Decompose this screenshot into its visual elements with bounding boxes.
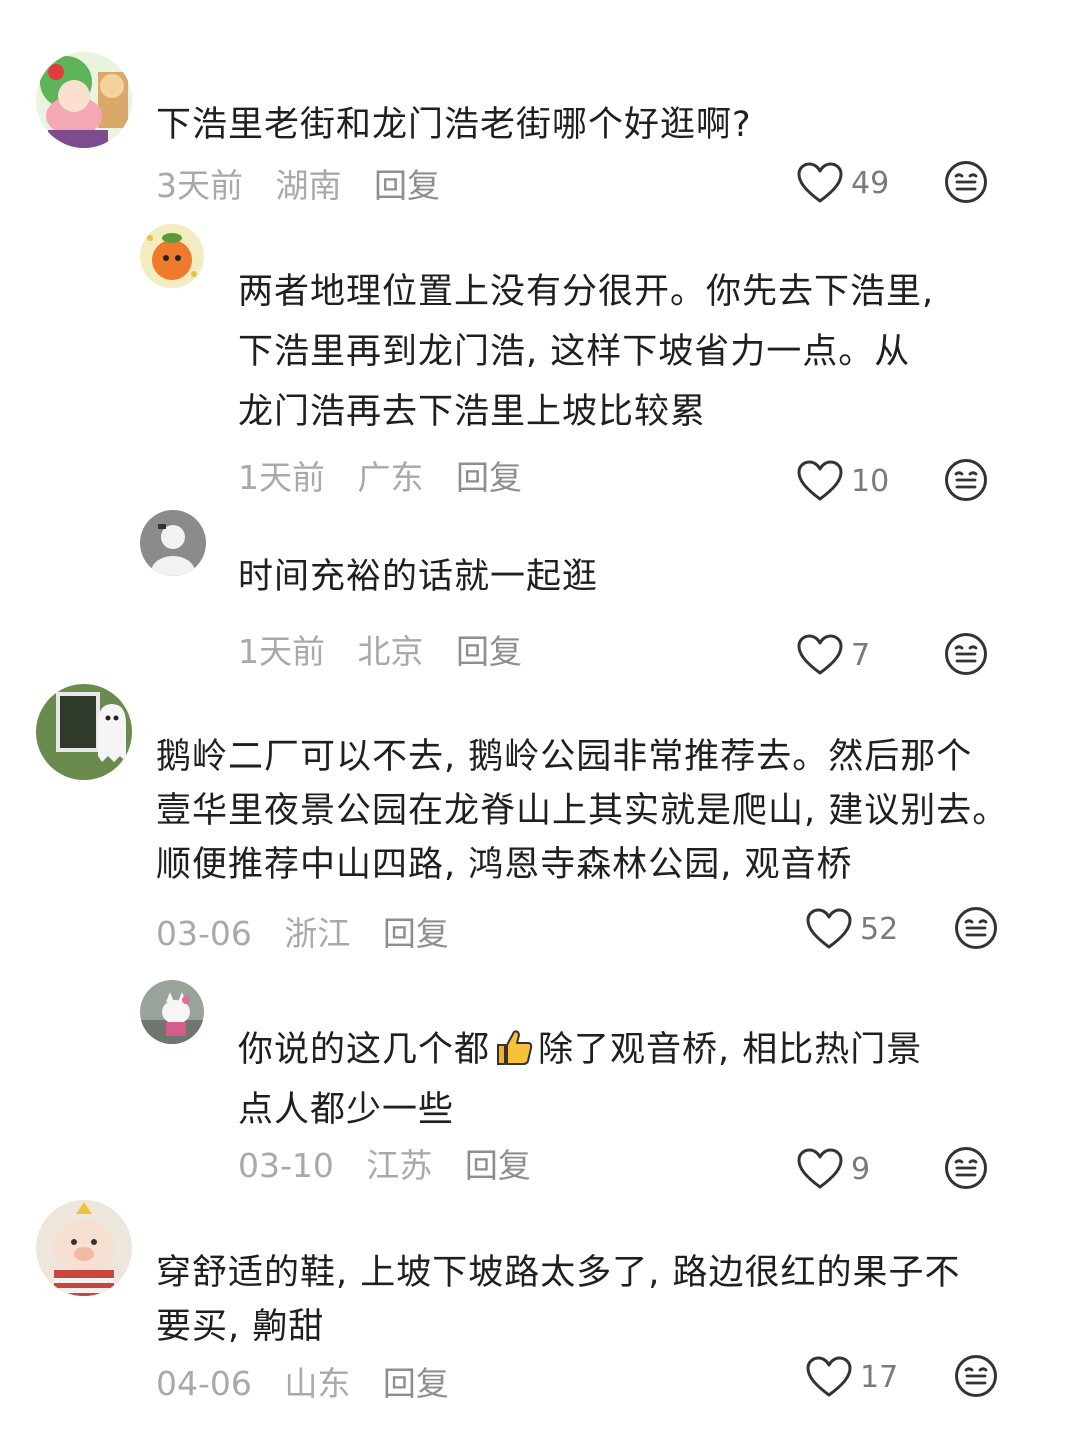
comment-text-line: 穿舒适的鞋, 上坡下坡路太多了, 路边很红的果子不: [156, 1253, 961, 1293]
comment-text: 时间充裕的话就一起逛: [238, 557, 599, 597]
dislike-button[interactable]: [944, 160, 988, 204]
meh-face-icon: [944, 160, 988, 204]
comment-text-line: 要买, 齁甜: [156, 1307, 325, 1347]
cartoon-character-avatar[interactable]: [36, 52, 132, 148]
comment-text: 穿舒适的鞋, 上坡下坡路太多了, 路边很红的果子不 要买, 齁甜: [156, 1246, 961, 1354]
like-count: 52: [860, 911, 899, 947]
kitty-figure-avatar[interactable]: [140, 980, 204, 1044]
comment-meta: 1天前 北京 回复: [238, 632, 522, 672]
dislike-button[interactable]: [944, 458, 988, 502]
meh-face-icon: [944, 632, 988, 676]
heart-icon: [806, 908, 852, 950]
reply-button[interactable]: 回复: [456, 632, 522, 671]
comment-location: 北京: [357, 632, 424, 671]
like-count: 9: [851, 1151, 871, 1187]
like-button[interactable]: 7: [797, 632, 870, 678]
comment-time: 03-06: [156, 914, 252, 953]
comment-text: 鹅岭二厂可以不去, 鹅岭公园非常推荐去。然后那个 壹华里夜景公园在龙脊山上其实就…: [156, 730, 1008, 892]
comment-text-line: 你说的这几个都 除了观音桥, 相比热门景: [238, 1020, 922, 1080]
like-button[interactable]: 49: [797, 160, 889, 206]
dislike-button[interactable]: [954, 906, 998, 950]
comment-location: 江苏: [366, 1146, 433, 1185]
reply-button[interactable]: 回复: [374, 166, 440, 205]
comment-meta: 04-06 山东 回复: [156, 1364, 449, 1404]
comment-text-line: 点人都少一些: [238, 1090, 455, 1130]
comment-meta: 03-10 江苏 回复: [238, 1146, 531, 1186]
heart-icon: [797, 1148, 843, 1190]
like-count: 49: [851, 165, 890, 201]
dislike-button[interactable]: [944, 632, 988, 676]
like-button[interactable]: 17: [806, 1354, 898, 1400]
comment-text-segment: 除了观音桥, 相比热门景: [538, 1030, 923, 1070]
comment-text-line: 龙门浩再去下浩里上坡比较累: [238, 392, 707, 432]
comment-text-line: 壹华里夜景公园在龙脊山上其实就是爬山, 建议别去。: [156, 791, 1009, 831]
like-button[interactable]: 9: [797, 1146, 870, 1192]
heart-icon: [797, 162, 843, 204]
heart-icon: [806, 1356, 852, 1398]
meh-face-icon: [954, 906, 998, 950]
comment-time: 1天前: [238, 632, 325, 671]
reply-button[interactable]: 回复: [456, 458, 522, 497]
comment-text-line: 两者地理位置上没有分很开。你先去下浩里,: [238, 272, 935, 312]
comment-location: 山东: [284, 1364, 351, 1403]
reply-button[interactable]: 回复: [465, 1146, 531, 1185]
comment-meta: 1天前 广东 回复: [238, 458, 522, 498]
plush-pig-avatar[interactable]: [36, 1200, 132, 1296]
reply-button[interactable]: 回复: [383, 1364, 449, 1403]
comment-text: 两者地理位置上没有分很开。你先去下浩里, 下浩里再到龙门浩, 这样下坡省力一点。…: [238, 262, 934, 442]
comment-location: 广东: [357, 458, 424, 497]
comment-text-segment: 你说的这几个都: [238, 1030, 491, 1070]
like-count: 17: [860, 1359, 899, 1395]
meh-face-icon: [944, 1146, 988, 1190]
dislike-button[interactable]: [944, 1146, 988, 1190]
reply-button[interactable]: 回复: [383, 914, 449, 953]
comment-text-line: 下浩里再到龙门浩, 这样下坡省力一点。从: [238, 332, 911, 372]
dislike-button[interactable]: [954, 1354, 998, 1398]
heart-icon: [797, 634, 843, 676]
orange-fruit-avatar[interactable]: [140, 224, 204, 288]
meh-face-icon: [944, 458, 988, 502]
comment-time: 03-10: [238, 1146, 334, 1185]
comment-location: 浙江: [284, 914, 351, 953]
like-count: 10: [851, 463, 890, 499]
like-count: 7: [851, 637, 871, 673]
comment-location: 湖南: [275, 166, 342, 205]
like-button[interactable]: 52: [806, 906, 898, 952]
meh-face-icon: [954, 1354, 998, 1398]
comment-text-line: 顺便推荐中山四路, 鸿恩寺森林公园, 观音桥: [156, 845, 853, 885]
comment-text: 你说的这几个都 除了观音桥, 相比热门景 点人都少一些: [238, 1020, 922, 1140]
like-button[interactable]: 10: [797, 458, 889, 504]
comment-meta: 3天前 湖南 回复: [156, 166, 440, 206]
comment-time: 3天前: [156, 166, 243, 205]
heart-icon: [797, 460, 843, 502]
ghost-window-avatar[interactable]: [36, 684, 132, 780]
comment-text-line: 鹅岭二厂可以不去, 鹅岭公园非常推荐去。然后那个: [156, 737, 973, 777]
comment-time: 04-06: [156, 1364, 252, 1403]
thumbs-up-icon: [497, 1030, 533, 1065]
comment-meta: 03-06 浙江 回复: [156, 914, 449, 954]
comment-text: 下浩里老街和龙门浩老街哪个好逛啊?: [156, 105, 752, 145]
comment-time: 1天前: [238, 458, 325, 497]
default-user-avatar[interactable]: [140, 510, 206, 576]
